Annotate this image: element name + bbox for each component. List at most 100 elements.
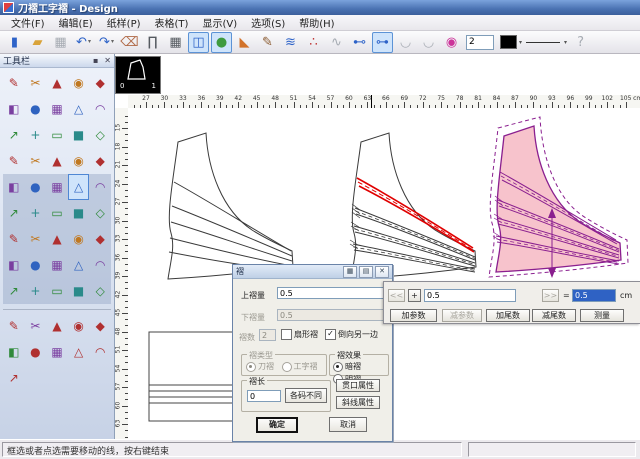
pattern-tool-icon-31[interactable]: ✂ (25, 226, 47, 252)
pattern-tool-icon-35[interactable]: ◧ (3, 252, 25, 278)
pattern-list[interactable]: 0 1 (115, 56, 161, 94)
opening-props-button[interactable]: 贯口属性 (336, 379, 380, 392)
pattern-tool-icon-46[interactable]: ✂ (25, 313, 47, 339)
pattern-tool-icon-4[interactable]: ◆ (89, 70, 111, 96)
size-table-icon[interactable]: ▦ (165, 32, 186, 53)
pattern-tool-icon-22[interactable]: ▦ (46, 174, 68, 200)
calc-button-3[interactable]: 减尾数 (532, 309, 576, 322)
pattern-tool-icon-42[interactable]: ▭ (46, 278, 68, 304)
dialog-titlebar[interactable]: 褶 ▦ ▤ ✕ (233, 265, 392, 279)
pleat-length-input[interactable] (247, 390, 281, 402)
pattern-tool-icon-18[interactable]: ◉ (68, 148, 90, 174)
pattern-tool-icon-40[interactable]: ↗ (3, 278, 25, 304)
expression-input[interactable] (424, 289, 516, 302)
pattern-tool-icon-28[interactable]: ■ (68, 200, 90, 226)
pin-icon[interactable]: ▪ (93, 56, 98, 65)
fan-pleat-checkbox[interactable]: 扇形褶 (281, 329, 318, 340)
pattern-tool-icon-50[interactable]: ◧ (3, 339, 25, 365)
eraser-icon[interactable]: ⌫ (119, 32, 140, 53)
result-input[interactable] (572, 289, 616, 302)
pattern-tool-icon-53[interactable]: △ (68, 339, 90, 365)
pattern-tool-icon-24[interactable]: ◠ (89, 174, 111, 200)
pattern-index-0[interactable]: 0 (120, 82, 124, 93)
pattern-window-icon[interactable]: ◫ (188, 32, 209, 53)
pattern-tool-icon-34[interactable]: ◆ (89, 226, 111, 252)
pattern-tool-icon-44[interactable]: ◇ (89, 278, 111, 304)
garment-view-icon[interactable]: ● (211, 32, 232, 53)
menu-item-6[interactable]: 帮助(H) (292, 14, 341, 31)
pattern-tool-icon-26[interactable]: + (25, 200, 47, 226)
pattern-tool-icon-21[interactable]: ● (25, 174, 47, 200)
menu-item-5[interactable]: 选项(S) (244, 14, 292, 31)
line-color-swatch[interactable] (500, 35, 517, 49)
pattern-tool-icon-33[interactable]: ◉ (68, 226, 90, 252)
close-icon[interactable]: ✕ (104, 56, 111, 65)
other-side-checkbox-box[interactable]: ✓ (325, 329, 336, 340)
measure-line-icon[interactable]: ⊷ (349, 32, 370, 53)
color-cone-icon[interactable]: ◣ (234, 32, 255, 53)
calculator-icon[interactable]: ▦ (343, 266, 357, 278)
calc-button-0[interactable]: 加参数 (390, 309, 437, 322)
pattern-tool-icon-6[interactable]: ● (25, 96, 47, 122)
pattern-tool-icon-37[interactable]: ▦ (46, 252, 68, 278)
point-chart-icon[interactable]: ∴ (303, 32, 324, 53)
pattern-index-1[interactable]: 1 (152, 82, 156, 93)
pattern-tool-icon-25[interactable]: ↗ (3, 200, 25, 226)
pattern-tool-icon-23[interactable]: △ (68, 174, 90, 200)
other-side-checkbox[interactable]: ✓ 倒向另一边 (325, 329, 378, 340)
pattern-tool-icon-54[interactable]: ◠ (89, 339, 111, 365)
close-icon[interactable]: ✕ (375, 266, 389, 278)
pattern-tool-icon-20[interactable]: ◧ (3, 174, 25, 200)
brush-icon[interactable]: ✎ (257, 32, 278, 53)
pattern-tool-icon-17[interactable]: ▲ (46, 148, 68, 174)
pattern-tool-icon-55[interactable]: ↗ (3, 365, 25, 391)
pattern-tool-icon-7[interactable]: ▦ (46, 96, 68, 122)
calc-button-2[interactable]: 加尾数 (486, 309, 530, 322)
pattern-tool-icon-49[interactable]: ◆ (89, 313, 111, 339)
pattern-tool-icon-16[interactable]: ✂ (25, 148, 47, 174)
pattern-tool-icon-41[interactable]: + (25, 278, 47, 304)
ok-button[interactable]: 确定 (256, 417, 298, 433)
menu-item-0[interactable]: 文件(F) (4, 14, 52, 31)
link-pieces-icon[interactable]: ≋ (280, 32, 301, 53)
new-document-icon[interactable]: ▮ (4, 32, 25, 53)
pattern-tool-icon-27[interactable]: ▭ (46, 200, 68, 226)
pattern-tool-icon-43[interactable]: ■ (68, 278, 90, 304)
radio-hidden-pleat[interactable]: 暗褶 (333, 361, 361, 372)
pattern-tool-icon-52[interactable]: ▦ (46, 339, 68, 365)
pattern-tool-icon-13[interactable]: ■ (68, 122, 90, 148)
fan-pleat-checkbox-box[interactable] (281, 329, 292, 340)
upper-pleat-input[interactable] (277, 287, 384, 299)
pattern-tool-icon-47[interactable]: ▲ (46, 313, 68, 339)
pattern-tool-icon-36[interactable]: ● (25, 252, 47, 278)
pattern-tool-icon-0[interactable]: ✎ (3, 70, 25, 96)
pattern-tool-icon-1[interactable]: ✂ (25, 70, 47, 96)
plus-button[interactable]: + (408, 289, 421, 302)
redo-icon[interactable]: ↷▾ (96, 32, 117, 53)
line-width-input[interactable] (466, 35, 494, 50)
line-style-select[interactable] (526, 42, 560, 43)
cancel-button[interactable]: 取消 (329, 417, 367, 432)
per-size-button[interactable]: 各码不同 (285, 388, 327, 403)
keyboard-icon[interactable]: ▤ (359, 266, 373, 278)
pattern-tool-icon-30[interactable]: ✎ (3, 226, 25, 252)
pattern-tool-icon-10[interactable]: ↗ (3, 122, 25, 148)
point-line-icon[interactable]: ⊶ (372, 32, 393, 53)
color-wheel-icon[interactable]: ◉ (441, 32, 462, 53)
plate-stand-icon[interactable]: ∏ (142, 32, 163, 53)
slash-props-button[interactable]: 斜线属性 (336, 396, 380, 409)
pattern-tool-icon-51[interactable]: ● (25, 339, 47, 365)
pattern-tool-icon-32[interactable]: ▲ (46, 226, 68, 252)
pattern-tool-icon-48[interactable]: ◉ (68, 313, 90, 339)
pattern-tool-icon-14[interactable]: ◇ (89, 122, 111, 148)
menu-item-3[interactable]: 表格(T) (148, 14, 196, 31)
pattern-tool-icon-5[interactable]: ◧ (3, 96, 25, 122)
menu-item-2[interactable]: 纸样(P) (100, 14, 148, 31)
pattern-tool-icon-19[interactable]: ◆ (89, 148, 111, 174)
undo-icon[interactable]: ↶▾ (73, 32, 94, 53)
pattern-tool-icon-9[interactable]: ◠ (89, 96, 111, 122)
pattern-tool-icon-39[interactable]: ◠ (89, 252, 111, 278)
pattern-tool-icon-3[interactable]: ◉ (68, 70, 90, 96)
pattern-tool-icon-11[interactable]: + (25, 122, 47, 148)
pattern-tool-icon-2[interactable]: ▲ (46, 70, 68, 96)
